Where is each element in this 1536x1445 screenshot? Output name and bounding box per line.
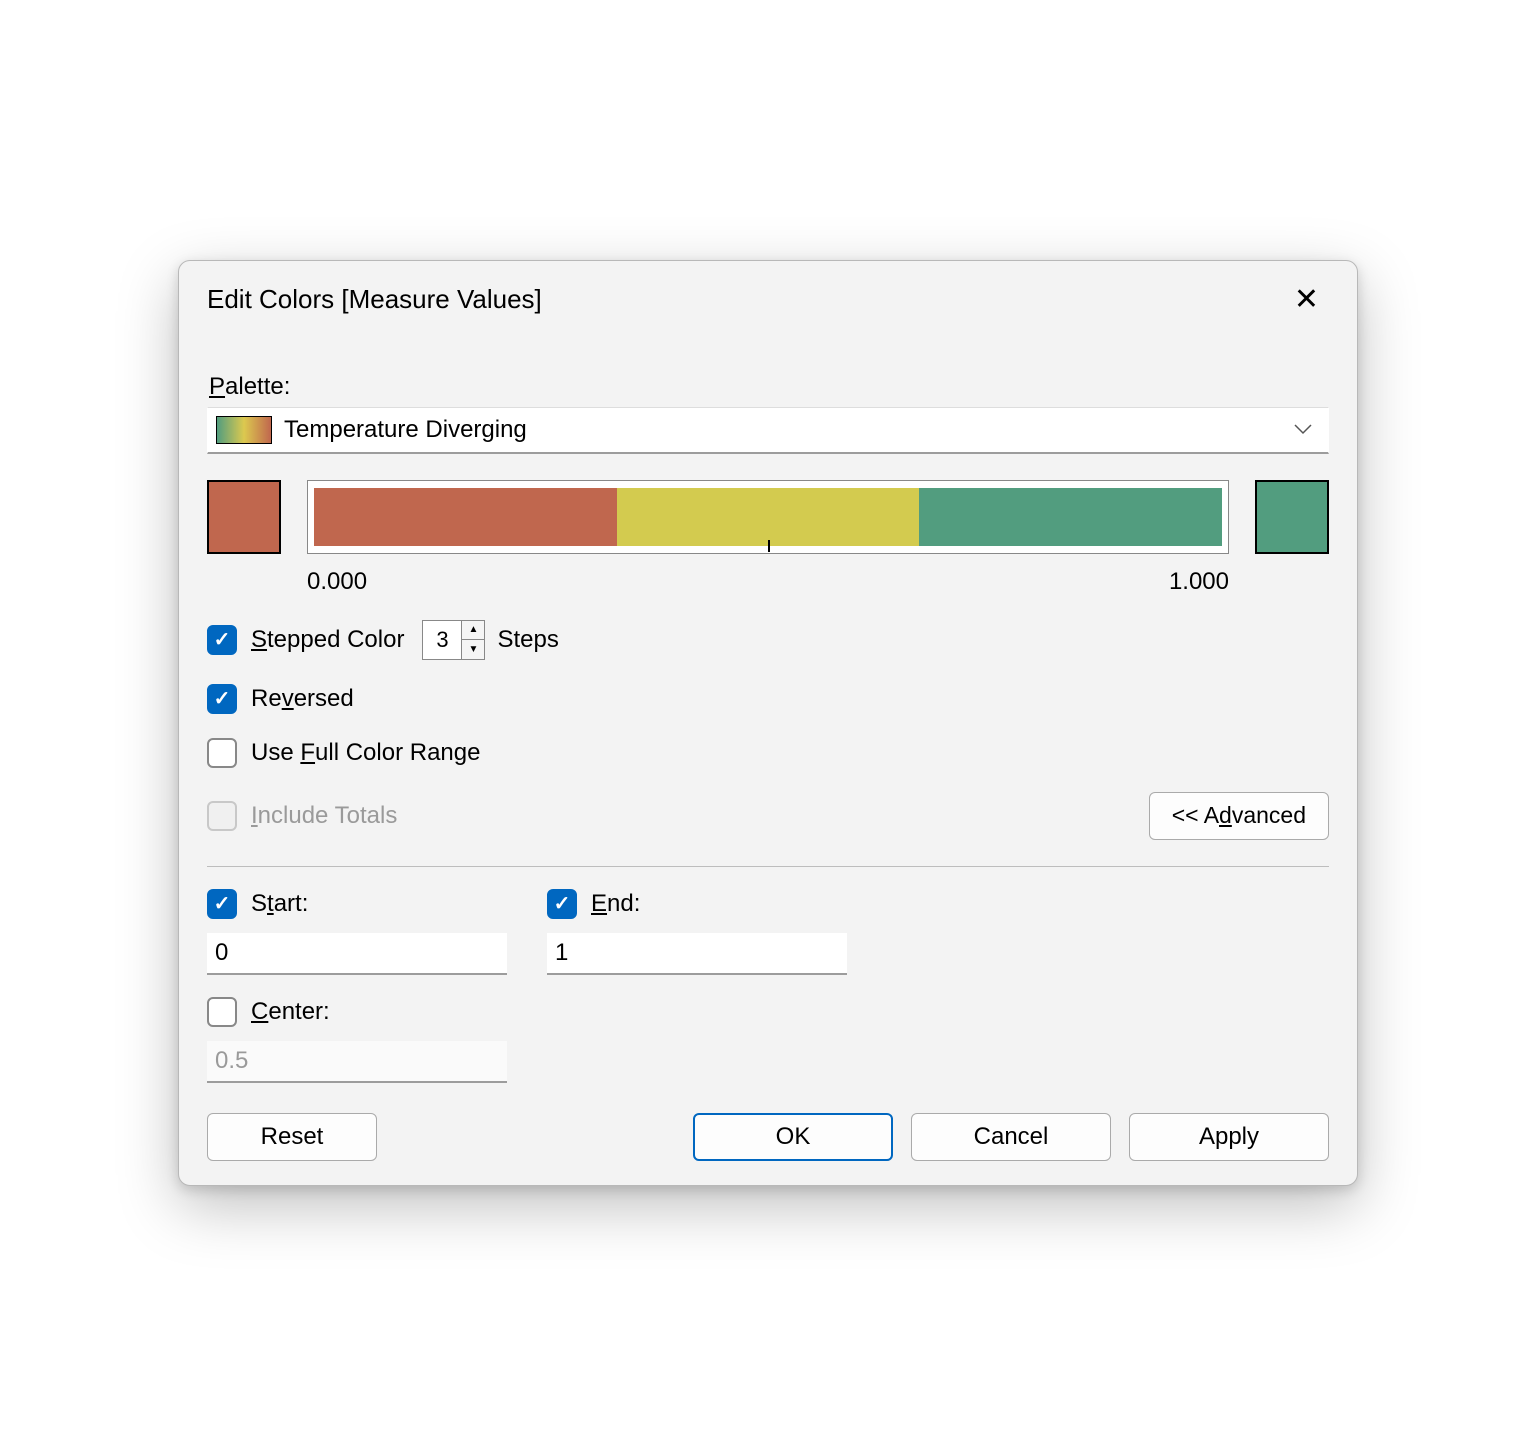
ok-button[interactable]: OK [693,1113,893,1161]
end-label: End: [591,890,640,918]
ramp-axis-labels: 0.000 1.000 [307,568,1229,596]
ramp-segment [919,488,1222,546]
include-totals-checkbox [207,801,237,831]
include-totals-label: Include Totals [251,802,397,830]
center-checkbox[interactable] [207,997,237,1027]
palette-thumbnail-icon [216,416,272,444]
steps-down-icon[interactable]: ▼ [462,640,484,659]
titlebar: Edit Colors [Measure Values] ✕ [179,261,1357,333]
apply-button[interactable]: Apply [1129,1113,1329,1161]
full-color-range-row: Use Full Color Range [207,738,1329,768]
chevron-down-icon [1294,419,1318,440]
center-label: Center: [251,998,330,1026]
ramp-max-label: 1.000 [1169,568,1229,596]
divider [207,866,1329,867]
reversed-row: Reversed [207,684,1329,714]
steps-up-icon[interactable]: ▲ [462,621,484,641]
color-ramp-row [207,480,1329,554]
ramp-center-tick [768,540,770,552]
reversed-label: Reversed [251,685,354,713]
reset-button[interactable]: Reset [207,1113,377,1161]
dialog-title: Edit Colors [Measure Values] [207,284,542,315]
end-input[interactable] [547,933,847,975]
center-input [207,1041,507,1083]
palette-selected-name: Temperature Diverging [284,416,1294,444]
steps-spinner[interactable]: ▲ ▼ [422,620,485,660]
start-color-swatch[interactable] [207,480,281,554]
start-checkbox[interactable] [207,889,237,919]
steps-input[interactable] [423,621,461,659]
ramp-segment [314,488,617,546]
stepped-color-checkbox[interactable] [207,625,237,655]
end-color-swatch[interactable] [1255,480,1329,554]
edit-colors-dialog: Edit Colors [Measure Values] ✕ Palette: … [178,260,1358,1186]
dialog-button-row: Reset OK Cancel Apply [207,1113,1329,1161]
reversed-checkbox[interactable] [207,684,237,714]
ramp-segment [617,488,920,546]
color-ramp[interactable] [307,480,1229,554]
full-color-range-checkbox[interactable] [207,738,237,768]
stepped-color-label: Stepped Color [251,626,404,654]
full-color-range-label: Use Full Color Range [251,739,480,767]
start-label: Start: [251,890,308,918]
steps-suffix-label: Steps [497,626,558,654]
palette-dropdown[interactable]: Temperature Diverging [207,407,1329,454]
end-checkbox[interactable] [547,889,577,919]
cancel-button[interactable]: Cancel [911,1113,1111,1161]
start-input[interactable] [207,933,507,975]
palette-label: Palette: [209,373,1329,401]
advanced-button[interactable]: << Advanced [1149,792,1329,840]
close-icon[interactable]: ✕ [1284,279,1329,321]
ramp-min-label: 0.000 [307,568,367,596]
stepped-color-row: Stepped Color ▲ ▼ Steps [207,620,1329,660]
